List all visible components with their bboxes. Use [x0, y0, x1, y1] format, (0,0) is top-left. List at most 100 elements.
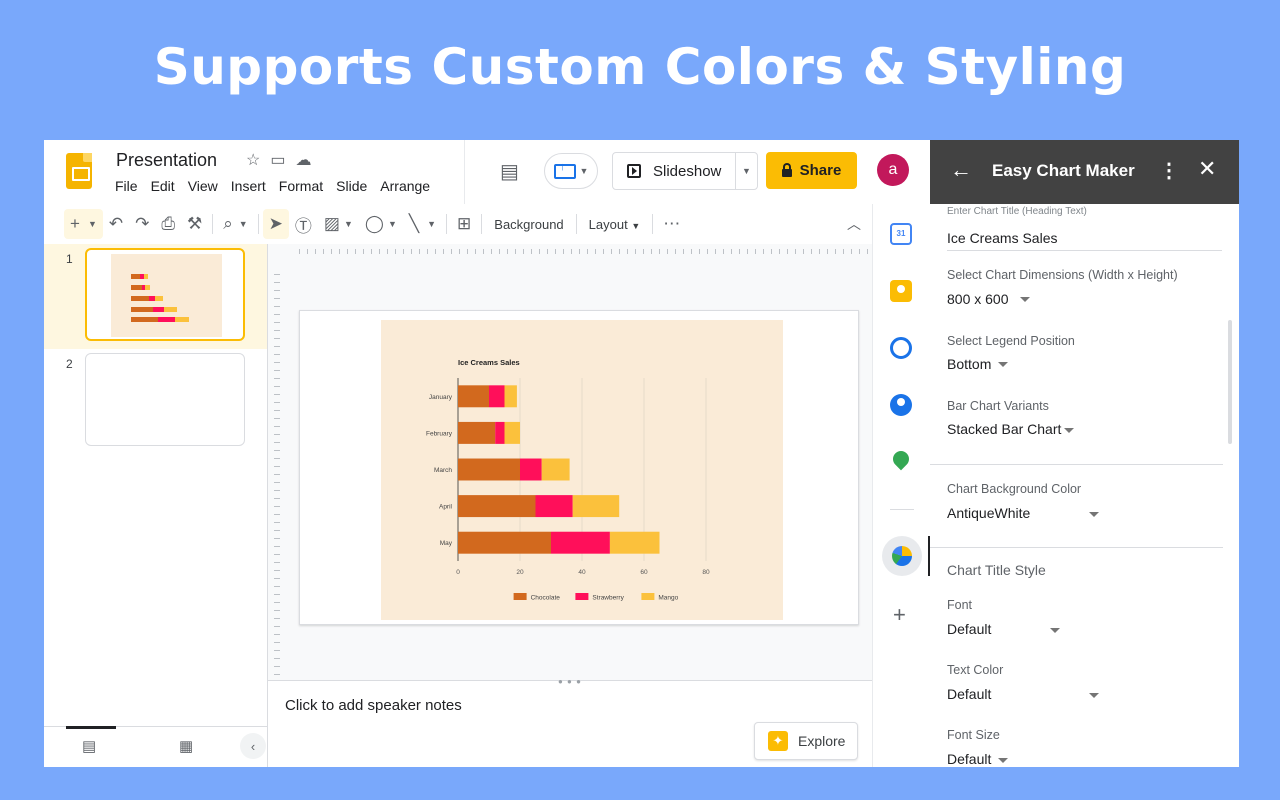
- collapse-panel-icon[interactable]: ‹: [240, 733, 266, 759]
- bar-variant-select[interactable]: Stacked Bar Chart: [947, 421, 1061, 437]
- y-category-label: February: [426, 430, 453, 437]
- resize-handle[interactable]: ● ● ●: [558, 677, 582, 686]
- thumbnail-bar: [145, 285, 150, 290]
- cloud-status-icon[interactable]: ☁: [295, 150, 311, 170]
- print-icon[interactable]: ⎙: [155, 209, 181, 239]
- horizontal-ruler[interactable]: [299, 244, 872, 258]
- lock-icon: [781, 162, 792, 177]
- slideshow-button[interactable]: Slideshow: [613, 153, 736, 189]
- menu-file[interactable]: File: [115, 178, 138, 194]
- menu-format[interactable]: Format: [279, 178, 323, 194]
- get-addons-plus-icon[interactable]: +: [893, 602, 906, 628]
- new-slide-button[interactable]: + ▼: [64, 209, 103, 239]
- dropdown-caret-icon[interactable]: [1064, 428, 1074, 433]
- bg-color-select[interactable]: AntiqueWhite: [947, 505, 1030, 521]
- image-icon[interactable]: ▨ ▼: [318, 209, 359, 239]
- toolbar-separator: [257, 214, 259, 234]
- chart-title-input[interactable]: Ice Creams Sales: [947, 230, 1057, 246]
- menu-view[interactable]: View: [188, 178, 218, 194]
- menu-slide[interactable]: Slide: [336, 178, 367, 194]
- menu-edit[interactable]: Edit: [151, 178, 175, 194]
- legend-position-select[interactable]: Bottom: [947, 356, 991, 372]
- dropdown-caret-icon[interactable]: [1089, 693, 1099, 698]
- explore-icon: ✦: [768, 731, 788, 751]
- font-select[interactable]: Default: [947, 621, 991, 637]
- y-category-label: May: [440, 540, 453, 547]
- filmstrip-slide[interactable]: 2: [44, 349, 267, 454]
- chart-image[interactable]: Ice Creams Sales 0 20 40 60 80 January February…: [381, 320, 783, 620]
- legend-label: Strawberry: [592, 595, 624, 602]
- share-label: Share: [799, 162, 842, 179]
- thumbnail-chart: [111, 254, 222, 337]
- font-size-label: Font Size: [947, 728, 1000, 742]
- chart-maker-addon-icon[interactable]: [892, 546, 912, 566]
- more-vert-icon[interactable]: ⋮: [1159, 158, 1179, 183]
- add-comment-icon[interactable]: ⊞: [451, 209, 477, 239]
- slide-thumbnail[interactable]: [85, 248, 245, 341]
- keep-icon[interactable]: [890, 280, 912, 302]
- avatar[interactable]: a: [877, 154, 909, 186]
- document-title[interactable]: Presentation: [116, 150, 217, 171]
- collapse-toolbar-icon[interactable]: ︿: [847, 214, 861, 234]
- thumbnail-bar: [164, 307, 177, 312]
- zoom-icon[interactable]: ⌕ ▼: [217, 209, 253, 239]
- dropdown-caret-icon[interactable]: [998, 362, 1008, 367]
- bar-chocolate: [458, 495, 536, 518]
- x-tick-label: 20: [516, 569, 524, 576]
- filmstrip-view-icon[interactable]: ▤: [82, 737, 96, 755]
- dropdown-caret-icon[interactable]: [998, 758, 1008, 763]
- dimensions-select[interactable]: 800 x 600: [947, 291, 1009, 307]
- share-button[interactable]: Share: [766, 152, 857, 189]
- undo-icon[interactable]: ↶: [103, 209, 129, 239]
- star-icon[interactable]: ☆: [246, 150, 260, 170]
- panel-form: Enter Chart Title (Heading Text) Ice Cre…: [930, 204, 1239, 767]
- select-cursor-icon[interactable]: ➤: [262, 209, 289, 239]
- speaker-notes[interactable]: ● ● ● Click to add speaker notes ✦ Explo…: [268, 677, 872, 767]
- header-divider: [464, 140, 465, 204]
- font-size-select[interactable]: Default: [947, 751, 991, 767]
- font-label: Font: [947, 598, 973, 612]
- slide-number: 2: [66, 357, 73, 371]
- tasks-icon[interactable]: [890, 337, 912, 359]
- move-folder-icon[interactable]: ▭: [270, 150, 285, 170]
- maps-icon[interactable]: [889, 447, 913, 471]
- grid-view-icon[interactable]: ▦: [179, 737, 193, 755]
- dropdown-caret-icon[interactable]: [1020, 297, 1030, 302]
- comment-icon[interactable]: ▤: [500, 159, 519, 184]
- background-button[interactable]: Background: [486, 217, 571, 232]
- layout-button[interactable]: Layout ▼: [581, 217, 649, 232]
- close-icon[interactable]: ✕: [1198, 156, 1216, 182]
- bar-mango: [504, 385, 517, 408]
- back-arrow-icon[interactable]: ←: [950, 157, 972, 183]
- menu-insert[interactable]: Insert: [231, 178, 266, 194]
- explore-button[interactable]: ✦ Explore: [754, 722, 858, 760]
- menu-bar: File Edit View Insert Format Slide Arran…: [115, 178, 430, 194]
- present-to-meeting-button[interactable]: ▼: [544, 153, 598, 189]
- filmstrip-slide[interactable]: 1: [44, 244, 267, 349]
- slide-thumbnail[interactable]: [85, 353, 245, 446]
- slides-logo-icon[interactable]: [66, 153, 92, 189]
- dropdown-caret-icon[interactable]: [1050, 628, 1060, 633]
- vertical-ruler[interactable]: [274, 274, 280, 680]
- redo-icon[interactable]: ↷: [129, 209, 155, 239]
- calendar-icon[interactable]: 31: [890, 223, 912, 245]
- line-icon[interactable]: ╲ ▼: [403, 209, 442, 239]
- paint-format-icon[interactable]: ⚒: [181, 209, 208, 239]
- more-options-icon[interactable]: ⋯: [657, 209, 686, 239]
- slide[interactable]: Ice Creams Sales 0 20 40 60 80 January February…: [299, 310, 859, 625]
- legend-swatch: [641, 593, 655, 600]
- text-box-icon[interactable]: Ⓣ: [289, 209, 318, 239]
- bar-strawberry: [551, 531, 610, 554]
- dropdown-caret-icon[interactable]: [1089, 512, 1099, 517]
- y-category-label: March: [434, 467, 452, 474]
- y-category-label: January: [429, 394, 453, 401]
- slideshow-options-button[interactable]: ▼: [736, 166, 757, 176]
- text-color-select[interactable]: Default: [947, 686, 991, 702]
- panel-scrollbar[interactable]: [1228, 320, 1232, 444]
- rail-divider: [890, 509, 914, 510]
- shape-icon[interactable]: ◯ ▼: [359, 209, 403, 239]
- panel-title: Easy Chart Maker: [992, 161, 1135, 180]
- panel-header: ← Easy Chart Maker ⋮ ✕: [930, 140, 1239, 204]
- contacts-icon[interactable]: [890, 394, 912, 416]
- menu-arrange[interactable]: Arrange: [380, 178, 430, 194]
